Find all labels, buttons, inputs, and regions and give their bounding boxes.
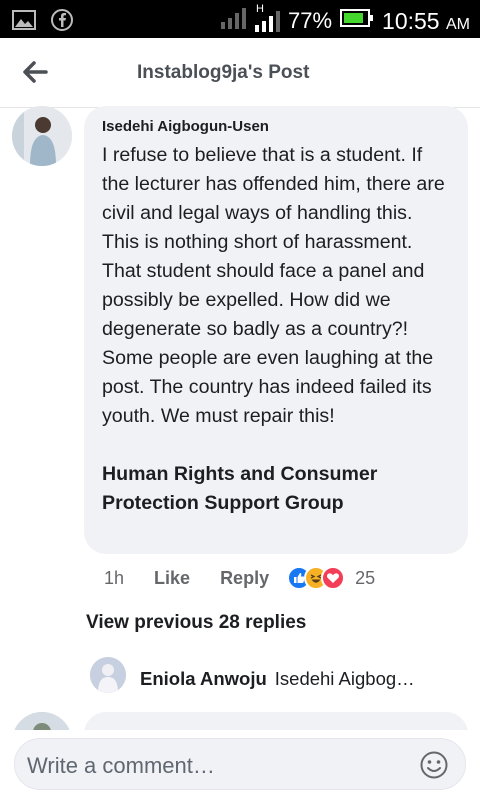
like-button[interactable]: Like	[154, 568, 190, 589]
clock-ampm: AM	[446, 15, 470, 33]
battery-icon	[340, 8, 374, 34]
comment-bubble[interactable]: Isedehi Aigbogun-Usen I refuse to believ…	[84, 106, 468, 554]
reaction-count[interactable]: 25	[355, 568, 375, 589]
comment-text: I refuse to believe that is a student. I…	[102, 144, 451, 427]
network-type-label: H	[256, 3, 264, 15]
reply-preview[interactable]: Eniola Anwoju Isedehi Aigbog…	[140, 668, 415, 690]
back-button[interactable]	[20, 58, 52, 88]
status-bar: H 77% 10:55 AM	[0, 0, 480, 38]
facebook-notification-icon	[50, 8, 74, 37]
emoji-icon[interactable]	[419, 750, 449, 780]
comment-input-placeholder: Write a comment…	[27, 753, 215, 778]
comment-group-link[interactable]: Human Rights and Consumer Protection Sup…	[102, 460, 450, 518]
avatar[interactable]	[12, 106, 72, 166]
comment-timestamp: 1h	[104, 567, 125, 588]
network-signal-icon: H	[254, 3, 280, 33]
reactions-summary[interactable]	[287, 566, 346, 590]
comment-author[interactable]: Isedehi Aigbogun-Usen	[102, 118, 450, 135]
view-previous-replies[interactable]: View previous 28 replies	[86, 612, 306, 634]
gallery-icon	[12, 10, 36, 35]
comment-composer-bar: Write a comment…	[0, 730, 480, 800]
app-header: Instablog9ja's Post	[0, 38, 480, 108]
signal-strength-icon	[220, 6, 246, 36]
reply-button[interactable]: Reply	[220, 568, 269, 589]
comment-actions: 1h Like Reply 25	[104, 566, 375, 590]
back-arrow-icon	[20, 61, 48, 90]
reply-author[interactable]: Eniola Anwoju	[140, 668, 267, 689]
battery-percent: 77%	[288, 8, 333, 33]
page-title: Instablog9ja's Post	[137, 62, 310, 83]
reply-text: Isedehi Aigbog…	[274, 668, 415, 689]
reply-avatar[interactable]	[90, 657, 126, 693]
clock-time: 10:55	[382, 7, 440, 34]
comment-input[interactable]: Write a comment…	[14, 738, 466, 790]
love-reaction-icon	[321, 566, 346, 590]
clock: 10:55 AM	[382, 8, 470, 35]
